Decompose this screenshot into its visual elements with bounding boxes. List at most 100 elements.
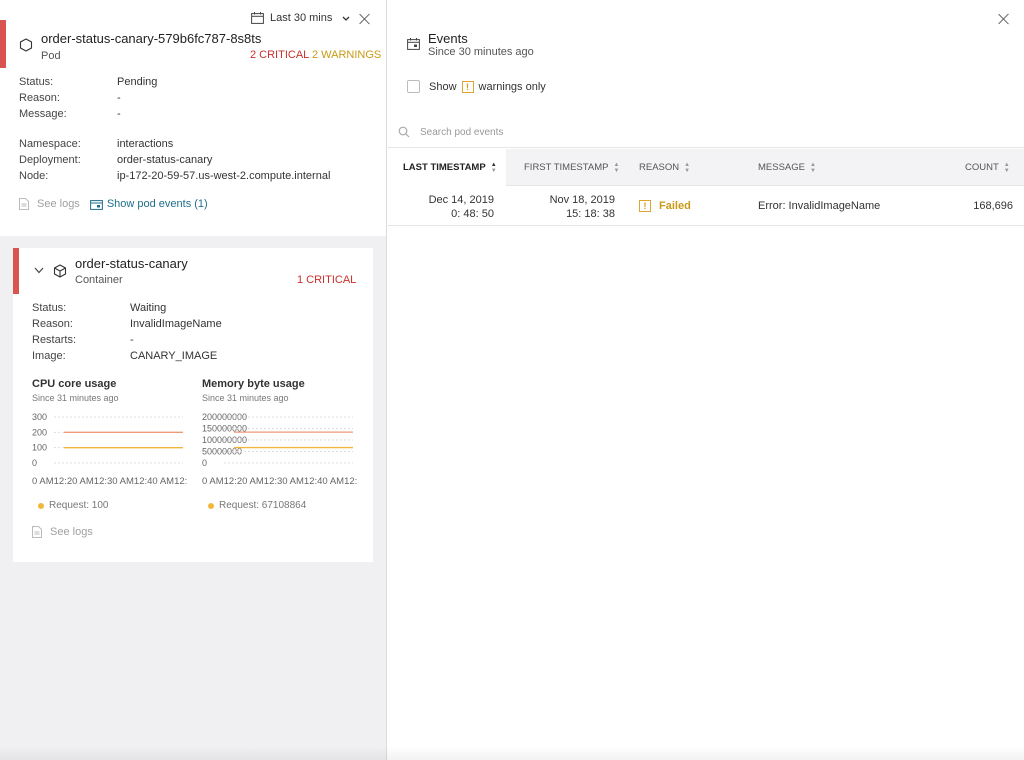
field-label: Reason:: [19, 92, 60, 104]
column-reason[interactable]: REASON ▲ ▼: [639, 149, 690, 186]
search-icon: [398, 126, 410, 138]
close-icon[interactable]: [359, 13, 371, 25]
field-value: ip-172-20-59-57.us-west-2.compute.intern…: [117, 170, 331, 182]
field-value: -: [117, 92, 121, 104]
field-value: Waiting: [130, 302, 167, 314]
sort-icon: ▲ ▼: [1003, 161, 1010, 174]
bottom-shadow: [0, 746, 1024, 760]
y-tick-label: 0: [202, 458, 207, 468]
warnings-count: 2 WARNINGS: [311, 49, 382, 61]
x-tick-labels: 0 AM12:20 AM12:30 AM12:40 AM12:: [32, 476, 187, 487]
reason-text: Failed: [659, 200, 691, 212]
cpu-chart-subtitle: Since 31 minutes ago: [32, 393, 119, 403]
document-icon: [32, 526, 42, 538]
warnings-only-checkbox[interactable]: [407, 80, 420, 93]
container-kind: Container: [75, 274, 123, 286]
field-value: CANARY_IMAGE: [130, 350, 218, 362]
warnings-only-filter: Show ! warnings only: [407, 80, 546, 93]
cpu-usage-chart: 300 200 100 0 0 AM12:20 AM12:30 AM12:40 AM12…: [32, 412, 187, 487]
see-logs-link[interactable]: See logs: [50, 526, 93, 538]
show-pod-events-link[interactable]: Show pod events (1): [107, 198, 208, 210]
column-last-timestamp[interactable]: LAST TIMESTAMP ▲ ▼: [388, 149, 506, 186]
container-card: order-status-canary Container 1 CRITICAL…: [13, 248, 373, 562]
field-value: interactions: [117, 138, 174, 150]
field-label: Status:: [32, 302, 67, 314]
cpu-chart-title: CPU core usage: [32, 378, 117, 390]
container-name: order-status-canary: [75, 256, 188, 271]
details-panel: Last 30 mins order-status-canary-579b6fc…: [0, 0, 387, 760]
sort-icon: ▲ ▼: [613, 161, 620, 174]
search-input[interactable]: [420, 126, 720, 138]
warnings-only-label: warnings only: [478, 80, 546, 93]
events-title: Events: [428, 31, 468, 46]
legend-dot: [208, 502, 214, 509]
sort-icon: ▲ ▼: [684, 161, 691, 174]
sort-icon: ▲ ▼: [490, 161, 497, 174]
events-table-header: LAST TIMESTAMP ▲ ▼ FIRST TIMESTAMP ▲ ▼ REA…: [388, 149, 1024, 186]
pod-card: Last 30 mins order-status-canary-579b6fc…: [0, 0, 386, 236]
show-label: Show: [429, 80, 457, 93]
legend-dot: [38, 502, 44, 509]
first-timestamp-cell: Nov 18, 2019 15: 18: 38: [549, 194, 615, 220]
warning-icon: !: [461, 80, 474, 93]
field-value: -: [130, 334, 134, 346]
critical-count: 2 CRITICAL: [250, 49, 309, 61]
field-label: Deployment:: [19, 154, 81, 166]
container-actions: See logs: [32, 526, 93, 538]
field-label: Node:: [19, 170, 49, 182]
field-value: order-status-canary: [117, 154, 213, 166]
message-cell: Error: InvalidImageName: [758, 200, 881, 212]
field-label: Message:: [19, 108, 67, 120]
field-label: Status:: [19, 76, 54, 88]
events-subtitle: Since 30 minutes ago: [428, 46, 534, 58]
critical-accent-bar: [0, 20, 6, 68]
table-row[interactable]: Dec 14, 2019 0: 48: 50 Nov 18, 2019 15: …: [388, 187, 1024, 226]
y-tick-label: 200: [32, 427, 47, 437]
warning-icon: !: [639, 200, 651, 212]
time-range-label: Last 30 mins: [270, 12, 333, 24]
calendar-icon: [251, 12, 264, 24]
event-search: [388, 117, 1024, 148]
field-label: Image:: [32, 350, 66, 362]
see-logs-link[interactable]: See logs: [37, 198, 80, 210]
chevron-down-icon[interactable]: [34, 267, 44, 274]
chevron-down-icon: [342, 16, 350, 21]
events-panel: Events Since 30 minutes ago Show ! warni…: [388, 0, 1024, 760]
y-tick-label: 300: [32, 412, 47, 422]
document-icon: [19, 198, 29, 210]
field-value: InvalidImageName: [130, 318, 222, 330]
memory-chart-legend: Request: 67108864: [208, 500, 306, 511]
column-first-timestamp[interactable]: FIRST TIMESTAMP ▲ ▼: [524, 149, 619, 186]
close-icon[interactable]: [998, 13, 1010, 25]
y-tick-label: 100: [32, 443, 47, 453]
x-tick-labels: 0 AM12:20 AM12:30 AM12:40 AM12:: [202, 476, 357, 487]
memory-chart-subtitle: Since 31 minutes ago: [202, 393, 289, 403]
memory-chart-title: Memory byte usage: [202, 378, 305, 390]
pod-actions: See logs Show pod events (1): [19, 198, 208, 210]
column-message[interactable]: MESSAGE ▲ ▼: [758, 149, 816, 186]
cpu-chart-legend: Request: 100: [38, 500, 109, 511]
calendar-events-icon: [89, 199, 103, 210]
field-value: Pending: [117, 76, 158, 88]
critical-accent-bar: [13, 248, 19, 294]
legend-label: Request: 67108864: [219, 500, 307, 511]
field-value: -: [117, 108, 121, 120]
field-label: Reason:: [32, 318, 73, 330]
reason-cell: ! Failed: [639, 200, 691, 212]
field-label: Restarts:: [32, 334, 77, 346]
count-cell: 168,696: [973, 200, 1013, 212]
pod-name: order-status-canary-579b6fc787-8s8ts: [41, 31, 262, 46]
container-cube-icon: [53, 264, 67, 278]
legend-label: Request: 100: [49, 500, 109, 511]
column-count[interactable]: COUNT ▲ ▼: [965, 149, 1010, 186]
sort-icon: ▲ ▼: [810, 161, 816, 174]
pod-kind: Pod: [41, 50, 61, 62]
y-tick-label: 0: [32, 458, 37, 468]
time-range-selector[interactable]: Last 30 mins: [251, 12, 350, 24]
field-label: Namespace:: [19, 138, 81, 150]
memory-usage-chart: 2000000001500000001000000005000000000 AM…: [202, 412, 357, 487]
pod-status-badges: 2 CRITICAL 2 WARNINGS: [250, 49, 381, 61]
pod-hexagon-icon: [19, 38, 33, 52]
last-timestamp-cell: Dec 14, 2019 0: 48: 50: [428, 194, 494, 220]
calendar-events-icon: [407, 38, 420, 50]
